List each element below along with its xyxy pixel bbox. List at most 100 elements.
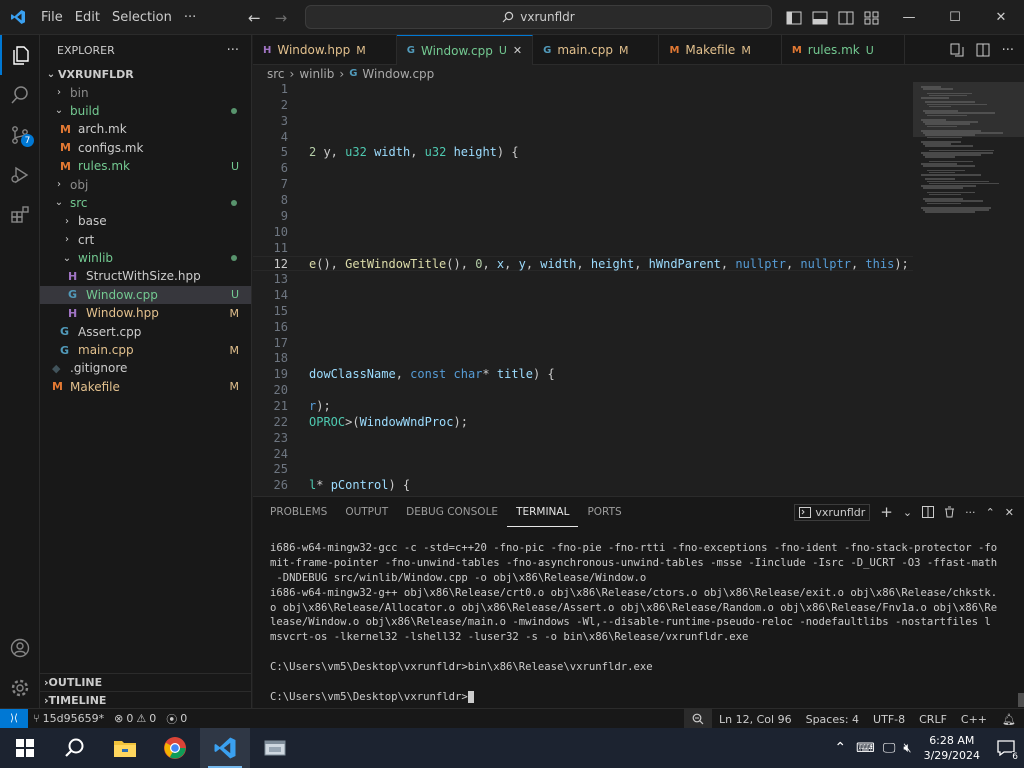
close-tab-icon[interactable]: ✕ bbox=[513, 44, 522, 57]
taskbar-search[interactable] bbox=[50, 728, 100, 768]
maximize-button[interactable]: ☐ bbox=[932, 0, 978, 35]
code-line[interactable]: 22 OPROC>(WindowWndProc); bbox=[253, 415, 913, 430]
code-line[interactable]: 9 bbox=[253, 209, 913, 224]
cursor-position[interactable]: Ln 12, Col 96 bbox=[712, 713, 799, 726]
code-line[interactable]: 2 bbox=[253, 98, 913, 113]
breadcrumb-file[interactable]: Window.cpp bbox=[362, 67, 434, 81]
menu-selection[interactable]: Selection bbox=[106, 0, 178, 35]
tree-item-base[interactable]: › base bbox=[40, 212, 251, 230]
accounts-activity[interactable] bbox=[0, 628, 40, 668]
code-line[interactable]: 11 bbox=[253, 241, 913, 256]
trash-icon[interactable] bbox=[944, 506, 955, 518]
tree-item-makefile[interactable]: M Makefile M bbox=[40, 378, 251, 396]
tree-item-assert-cpp[interactable]: G Assert.cpp bbox=[40, 322, 251, 340]
search-activity[interactable] bbox=[0, 75, 40, 115]
taskbar-chrome[interactable] bbox=[150, 728, 200, 768]
code-line[interactable]: 3 bbox=[253, 114, 913, 129]
open-changes-icon[interactable] bbox=[950, 43, 964, 57]
code-line[interactable]: 25 bbox=[253, 462, 913, 477]
code-line[interactable]: 21 r); bbox=[253, 399, 913, 414]
explorer-more-button[interactable]: ··· bbox=[227, 43, 239, 58]
display-icon[interactable]: 🖵︎ bbox=[879, 741, 900, 756]
new-terminal-icon[interactable]: + bbox=[880, 503, 893, 521]
customize-layout-icon[interactable] bbox=[864, 11, 880, 25]
panel-tab-output[interactable]: OUTPUT bbox=[336, 497, 397, 527]
tree-item-window-cpp[interactable]: G Window.cpp U bbox=[40, 285, 251, 305]
tree-item-winlib[interactable]: ⌄ winlib bbox=[40, 249, 251, 267]
code-line[interactable]: 5 2 y, u32 width, u32 height) { bbox=[253, 145, 913, 160]
language-mode[interactable]: C++ bbox=[954, 713, 994, 726]
timeline-section[interactable]: › TIMELINE bbox=[40, 691, 252, 709]
tab-window-hpp[interactable]: H Window.hpp M bbox=[253, 35, 397, 65]
code-line[interactable]: 7 bbox=[253, 177, 913, 192]
code-editor[interactable]: 123452 y, u32 width, u32 height) {6 7 8 9 10… bbox=[253, 82, 913, 496]
more-actions-icon[interactable]: ··· bbox=[1002, 43, 1014, 58]
terminal-selector[interactable]: vxrunfldr bbox=[794, 503, 871, 521]
indentation[interactable]: Spaces: 4 bbox=[799, 713, 866, 726]
tree-item--gitignore[interactable]: ◆ .gitignore bbox=[40, 359, 251, 377]
panel-tab-debug-console[interactable]: DEBUG CONSOLE bbox=[397, 497, 507, 527]
tree-item-crt[interactable]: › crt bbox=[40, 231, 251, 249]
toggle-secondary-sidebar-icon[interactable] bbox=[838, 11, 854, 25]
code-line[interactable]: 14 bbox=[253, 288, 913, 303]
source-control-activity[interactable]: 7 bbox=[0, 115, 40, 155]
code-line[interactable]: 6 bbox=[253, 161, 913, 176]
code-line[interactable]: 4 bbox=[253, 130, 913, 145]
breadcrumb-winlib[interactable]: winlib bbox=[299, 67, 334, 81]
menu-edit[interactable]: Edit bbox=[69, 0, 106, 35]
forward-arrow-icon[interactable]: → bbox=[275, 9, 288, 27]
outline-section[interactable]: › OUTLINE bbox=[40, 673, 252, 691]
command-center-search[interactable]: vxrunfldr bbox=[305, 5, 772, 29]
extensions-activity[interactable] bbox=[0, 195, 40, 235]
code-line[interactable]: 8 bbox=[253, 193, 913, 208]
chevron-up-icon[interactable]: ⌃ bbox=[828, 740, 852, 756]
tree-item-rules-mk[interactable]: Mrules.mk U bbox=[40, 157, 251, 175]
close-button[interactable]: ✕ bbox=[978, 0, 1024, 35]
chevron-down-icon[interactable]: ⌄ bbox=[903, 506, 912, 519]
volume-icon[interactable]: 🔇︎ bbox=[899, 741, 915, 756]
code-line[interactable]: 15 bbox=[253, 304, 913, 319]
run-debug-activity[interactable] bbox=[0, 155, 40, 195]
menu-more[interactable]: ··· bbox=[178, 0, 202, 35]
line-ending[interactable]: CRLF bbox=[912, 713, 954, 726]
tab-window-cpp[interactable]: G Window.cpp U ✕ bbox=[396, 35, 534, 65]
code-line[interactable]: 10 bbox=[253, 225, 913, 240]
code-line[interactable]: 18 bbox=[253, 351, 913, 366]
close-panel-icon[interactable]: ✕ bbox=[1005, 506, 1014, 519]
breadcrumb-src[interactable]: src bbox=[267, 67, 285, 81]
ports-status[interactable]: ⦿ 0 bbox=[161, 711, 192, 727]
tree-item-build[interactable]: ⌄ build bbox=[40, 102, 251, 120]
tab-main-cpp[interactable]: Gmain.cpp M bbox=[533, 35, 660, 65]
split-terminal-icon[interactable] bbox=[922, 506, 935, 518]
minimize-button[interactable]: — bbox=[886, 0, 932, 35]
terminal-output[interactable]: i686-w64-mingw32-gcc -c -std=c++20 -fno-… bbox=[270, 541, 1010, 705]
code-line[interactable]: 19 dowClassName, const char* title) { bbox=[253, 367, 913, 382]
panel-tab-problems[interactable]: PROBLEMS bbox=[261, 497, 336, 527]
notification-center[interactable]: 6 bbox=[988, 728, 1024, 768]
taskbar-file-explorer[interactable] bbox=[100, 728, 150, 768]
panel-tab-ports[interactable]: PORTS bbox=[578, 497, 630, 527]
explorer-activity[interactable] bbox=[0, 35, 40, 75]
code-line[interactable]: 16 bbox=[253, 320, 913, 335]
menu-file[interactable]: File bbox=[35, 0, 69, 35]
tab-rules-mk[interactable]: Mrules.mk U bbox=[782, 35, 905, 65]
panel-tab-terminal[interactable]: TERMINAL bbox=[507, 497, 579, 527]
zoom-status[interactable] bbox=[684, 709, 713, 729]
encoding[interactable]: UTF-8 bbox=[866, 713, 912, 726]
tree-item-main-cpp[interactable]: Gmain.cpp M bbox=[40, 341, 251, 359]
code-line[interactable]: 13 bbox=[253, 272, 913, 287]
tree-item-structwithsize-hpp[interactable]: H StructWithSize.hpp bbox=[40, 267, 251, 285]
start-button[interactable] bbox=[0, 728, 50, 768]
code-line[interactable]: 1 bbox=[253, 82, 913, 97]
toggle-panel-icon[interactable] bbox=[812, 11, 828, 25]
more-actions-icon[interactable]: ··· bbox=[965, 506, 976, 519]
code-line[interactable]: 24 bbox=[253, 447, 913, 462]
workspace-root[interactable]: ⌄ VXRUNFLDR bbox=[40, 65, 251, 83]
tree-item-configs-mk[interactable]: Mconfigs.mk bbox=[40, 139, 251, 157]
branch-status[interactable]: ⑂ 15d95659* bbox=[28, 712, 109, 725]
taskbar-vscode[interactable] bbox=[200, 728, 250, 768]
tree-item-src[interactable]: ⌄ src bbox=[40, 194, 251, 212]
back-arrow-icon[interactable]: ← bbox=[248, 9, 261, 27]
terminal-scrollbar[interactable] bbox=[1018, 693, 1024, 707]
network-icon[interactable]: ⌨ bbox=[852, 741, 879, 756]
